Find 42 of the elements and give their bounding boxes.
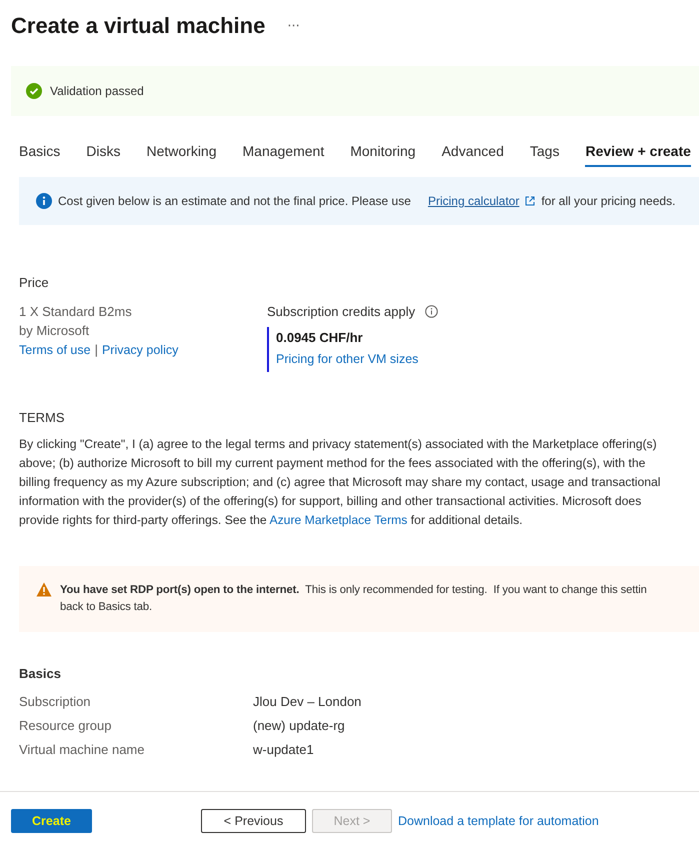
field-label: Subscription	[19, 694, 92, 708]
check-icon	[26, 83, 42, 99]
info-text: Cost given below is an estimate and not the final price. Please use	[58, 194, 411, 208]
privacy-policy-link[interactable]: Privacy policy	[102, 342, 178, 356]
info-text: for all your pricing needs.	[541, 194, 676, 208]
tab[interactable]: Monitoring	[350, 143, 416, 167]
terms-heading: TERMS	[19, 410, 66, 425]
field-value: (new) update-rg	[253, 718, 346, 732]
field-value: w-update1	[253, 742, 315, 756]
field-label: Resource group	[19, 718, 112, 732]
page-title: Create a virtual machine	[11, 13, 266, 39]
separator-text: |	[94, 342, 98, 357]
create-button[interactable]: Create	[11, 808, 92, 832]
tab[interactable]: Networking	[146, 143, 216, 167]
warning-text: You have set RDP port(s) open to the internet. This is only recommended for testing. If you want to change this settin back to Basics tab.	[60, 583, 647, 615]
tab[interactable]: Review + create	[585, 143, 691, 167]
marketplace-terms-link[interactable]: Azure Marketplace Terms	[269, 513, 408, 527]
credits-label: Subscription credits apply	[267, 304, 416, 319]
price-amount: 0.0945 CHF/hr	[276, 330, 364, 345]
publisher-text: by Microsoft	[19, 323, 90, 338]
pricing-calculator-link[interactable]: Pricing calculator	[428, 194, 520, 208]
tab[interactable]: Disks	[86, 143, 120, 167]
vm-sizes-pricing-link[interactable]: Pricing for other VM sizes	[276, 352, 699, 366]
terms-text: By clicking "Create", I (a) agree to the legal terms and privacy statement(s) associated with the Marketplace offering(s) above; (b) authorize Microsoft to bill my current payment method for the fees associated with the offering(s), with the billing frequency as my Azure subscription; and (c) agree that Microsoft may share my contact, usage and transactional information with the provider(s) of the offering(s) for support, billing and other transactional activities. Microsoft does provide rights for third-party offerings. See the Azure Marketplace Terms for additional details.	[19, 436, 662, 529]
basics-heading: Basics	[19, 666, 62, 681]
field-label: Virtual machine name	[19, 742, 146, 756]
info-icon[interactable]	[425, 305, 438, 318]
more-button[interactable]: ···	[287, 18, 300, 34]
warning-icon	[36, 582, 52, 597]
tab[interactable]: Basics	[19, 143, 60, 167]
tab[interactable]: Management	[242, 143, 324, 167]
product-name: 1 X Standard B2ms	[19, 304, 133, 319]
previous-button[interactable]: < Previous	[201, 808, 306, 832]
tab[interactable]: Tags	[530, 143, 560, 167]
tab[interactable]: Advanced	[442, 143, 504, 167]
field-value: Jlou Dev – London	[253, 694, 362, 708]
download-template-link[interactable]: Download a template for automation	[398, 814, 599, 828]
terms-of-use-link[interactable]: Terms of use	[19, 342, 91, 356]
external-link-icon	[525, 196, 536, 206]
validation-text: Validation passed	[50, 84, 144, 98]
price-heading: Price	[19, 275, 50, 290]
info-icon	[36, 193, 52, 209]
